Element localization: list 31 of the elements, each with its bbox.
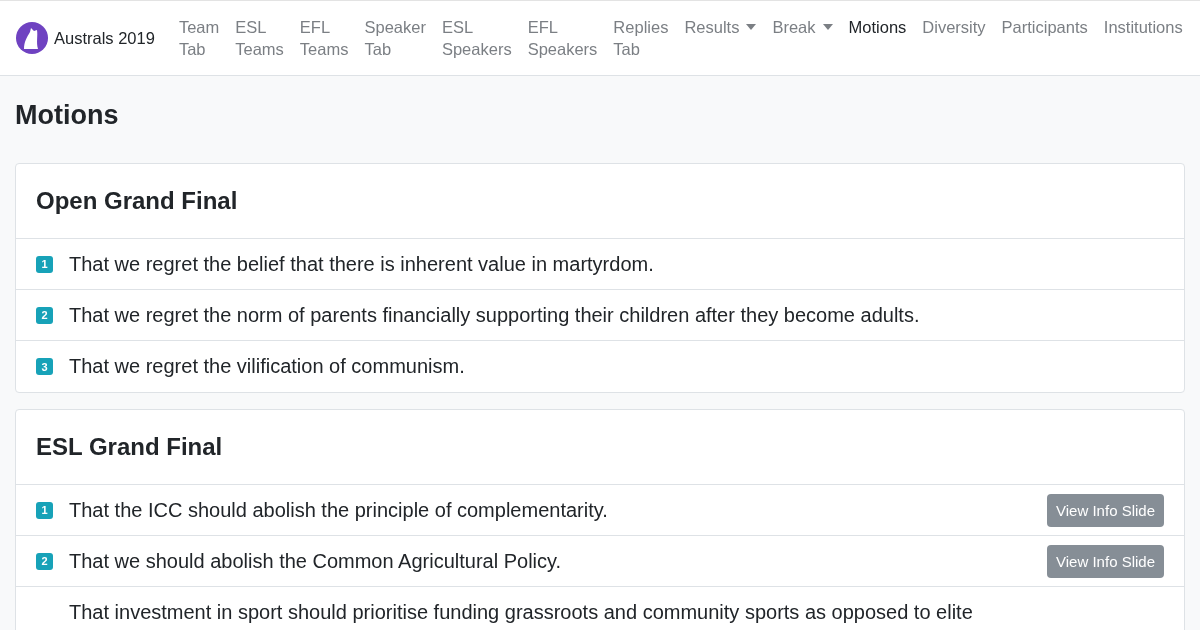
motion-number-badge: 2 — [36, 552, 53, 570]
brand-link[interactable]: Australs 2019 — [16, 22, 155, 54]
motion-number-badge: 1 — [36, 255, 53, 273]
nav-link[interactable]: Speaker Tab — [356, 16, 434, 60]
nav-link[interactable]: Participants — [993, 16, 1096, 38]
nav-link[interactable]: ESL Teams — [227, 16, 292, 60]
nav-link[interactable]: Replies Tab — [605, 16, 677, 60]
motion-text: That we regret the norm of parents financially supporting their children after they become adults. — [69, 303, 921, 327]
nav-link[interactable]: Diversity — [914, 16, 994, 38]
nav-link[interactable]: EFL Speakers — [519, 16, 606, 60]
motion-text: That we should abolish the Common Agricultural Policy. — [69, 549, 563, 573]
nav-link[interactable]: Results — [676, 16, 765, 38]
motion-text: That we regret the vilification of communism. — [69, 355, 466, 378]
nav-link[interactable]: Motions — [840, 16, 915, 38]
motion-text: That we regret the belief that there is inherent value in martyrdom. — [69, 252, 655, 276]
nav-link[interactable]: Break — [764, 16, 841, 38]
motion-text: That investment in sport should prioritise funding grassroots and community sports as opposed to elite — [69, 601, 974, 624]
nav-link[interactable]: ESL Speakers — [433, 16, 520, 60]
motion-text: That the ICC should abolish the principle of complementarity. — [69, 498, 609, 522]
info-slide-button[interactable]: View Info Slide — [1047, 493, 1164, 527]
round-title: ESL Grand Final — [16, 410, 1184, 485]
nav-link[interactable]: Institutions — [1095, 16, 1191, 38]
nav-link[interactable]: EFL Teams — [291, 16, 357, 60]
logo-icon — [16, 22, 48, 54]
motion-number-badge: 2 — [36, 306, 53, 324]
nav-link[interactable]: Team Tab — [170, 16, 228, 60]
round-title: Open Grand Final — [16, 164, 1184, 239]
motion-number-badge: 1 — [36, 501, 53, 519]
info-slide-button[interactable]: View Info Slide — [1047, 544, 1164, 578]
page-title: Motions — [15, 100, 120, 131]
motion-number-badge: 3 — [36, 358, 53, 375]
